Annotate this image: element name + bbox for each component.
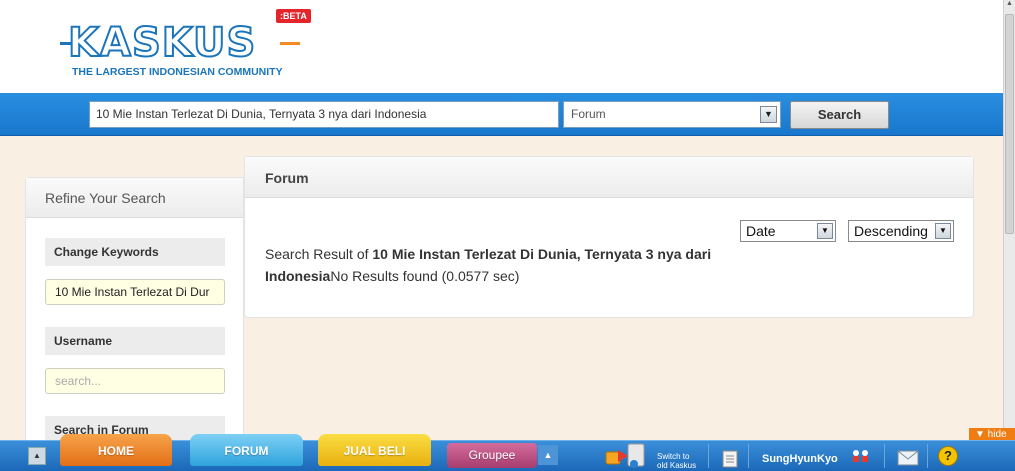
toolbar-divider [927, 444, 928, 468]
logo-tagline: THE LARGEST INDONESIAN COMMUNITY [72, 66, 283, 78]
switch-line2: old Kaskus [657, 461, 697, 470]
search-keywords-input[interactable]: 10 Mie Instan Terlezat Di Dunia, Ternyat… [89, 101, 559, 128]
chevron-down-icon[interactable]: ▼ [817, 223, 833, 239]
tab-home[interactable]: HOME [60, 434, 172, 466]
result-status: No Results found (0.0577 sec) [330, 268, 520, 284]
notes-icon[interactable] [720, 449, 740, 469]
username-label: Username [45, 327, 225, 355]
sidebar-title: Refine Your Search [26, 178, 243, 218]
tab-groupee[interactable]: Groupee [447, 443, 537, 468]
result-prefix: Search Result of [265, 246, 373, 262]
switch-old-kaskus-link[interactable]: Switch to old Kaskus [657, 452, 696, 470]
scrollbar-thumb[interactable] [1005, 14, 1014, 234]
refine-search-sidebar: Refine Your Search Change Keywords 10 Mi… [25, 177, 244, 447]
site-header: KASKUS :BETA THE LARGEST INDONESIAN COMM… [0, 0, 1003, 93]
logo-wordmark: KASKUS [67, 19, 257, 67]
page-scrollbar[interactable]: ▲ ▼ [1003, 0, 1015, 440]
sort-order-select[interactable]: Descending ▼ [848, 220, 954, 242]
sidebar-keywords-input[interactable]: 10 Mie Instan Terlezat Di Dur [45, 279, 225, 305]
groupee-expand-icon[interactable]: ▲ [538, 445, 558, 465]
kaskus-logo[interactable]: KASKUS :BETA THE LARGEST INDONESIAN COMM… [58, 8, 311, 82]
username-link[interactable]: SungHyunKyo [762, 453, 838, 465]
toolbar-divider [884, 444, 885, 468]
sort-by-select[interactable]: Date ▼ [740, 220, 836, 242]
search-bar: 10 Mie Instan Terlezat Di Dunia, Ternyat… [0, 93, 1003, 136]
tab-forum[interactable]: FORUM [190, 434, 303, 466]
toolbar-divider [708, 444, 709, 468]
chevron-down-icon[interactable]: ▼ [760, 106, 777, 123]
search-button[interactable]: Search [790, 101, 889, 129]
change-keywords-label: Change Keywords [45, 238, 225, 266]
chevron-down-icon[interactable]: ▼ [935, 223, 951, 239]
search-result-text: Search Result of 10 Mie Instan Terlezat … [265, 243, 785, 287]
search-category-value: Forum [571, 107, 606, 121]
logo-dash-right [280, 42, 300, 45]
forum-results-panel: Forum Date ▼ Descending ▼ Search Result … [244, 156, 974, 318]
tab-jual-beli[interactable]: JUAL BELI [318, 434, 431, 466]
beta-badge: :BETA [276, 9, 311, 23]
switch-line1: Switch to [657, 452, 690, 461]
panel-title: Forum [245, 157, 973, 198]
friends-icon[interactable] [850, 449, 872, 463]
switch-kaskus-icon[interactable] [604, 440, 650, 470]
username-search-input[interactable]: search... [45, 368, 225, 394]
help-icon[interactable]: ? [938, 446, 958, 466]
search-category-select[interactable]: Forum ▼ [563, 101, 781, 128]
sort-order-value: Descending [854, 223, 928, 239]
sort-by-value: Date [746, 223, 776, 239]
mail-icon[interactable] [897, 450, 919, 466]
expand-toolbar-icon[interactable]: ▲ [28, 447, 46, 465]
scroll-up-icon[interactable]: ▲ [1004, 0, 1015, 12]
toolbar-divider [748, 444, 749, 468]
